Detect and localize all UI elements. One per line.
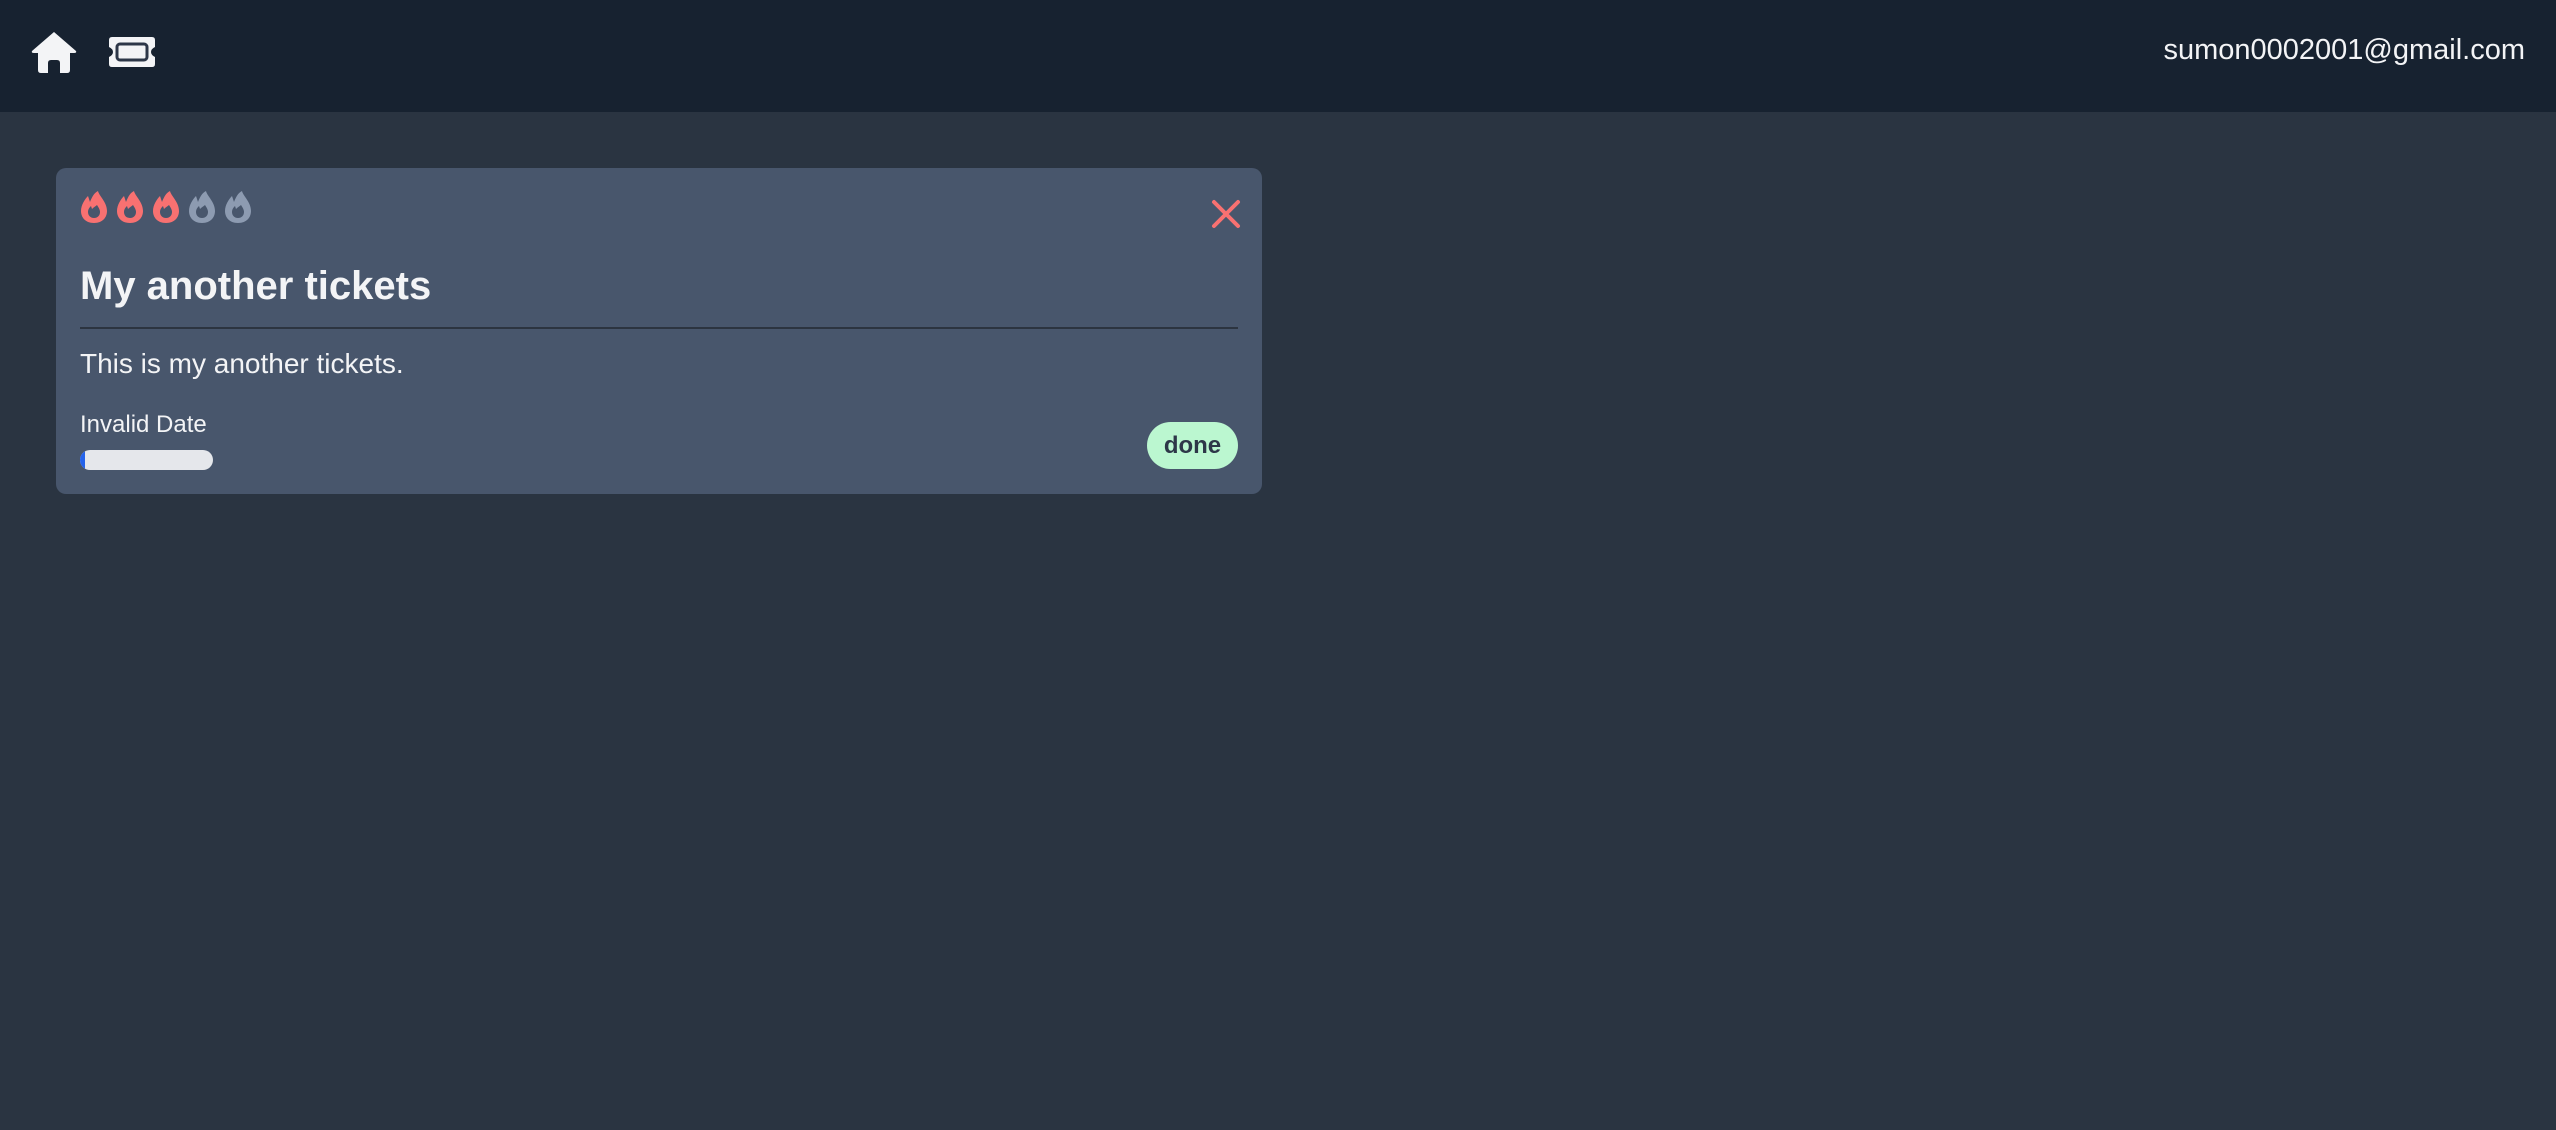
ticket-description: This is my another tickets. [80,348,404,379]
user-email[interactable]: sumon0002001@gmail.com [2163,34,2525,67]
home-icon[interactable] [30,30,78,74]
divider [80,327,1238,329]
ticket-date: Invalid Date [80,411,207,438]
flame-icon [225,191,251,223]
priority-rating [80,190,252,224]
top-nav: sumon0002001@gmail.com [0,0,2556,112]
ticket-icon[interactable] [108,36,156,68]
flame-icon [81,191,107,223]
status-badge: done [1147,422,1238,469]
progress-bar [80,450,213,470]
flame-icon [153,191,179,223]
ticket-title: My another tickets [80,264,432,308]
flame-icon [117,191,143,223]
flame-icon [189,191,215,223]
close-icon[interactable] [1208,196,1244,232]
